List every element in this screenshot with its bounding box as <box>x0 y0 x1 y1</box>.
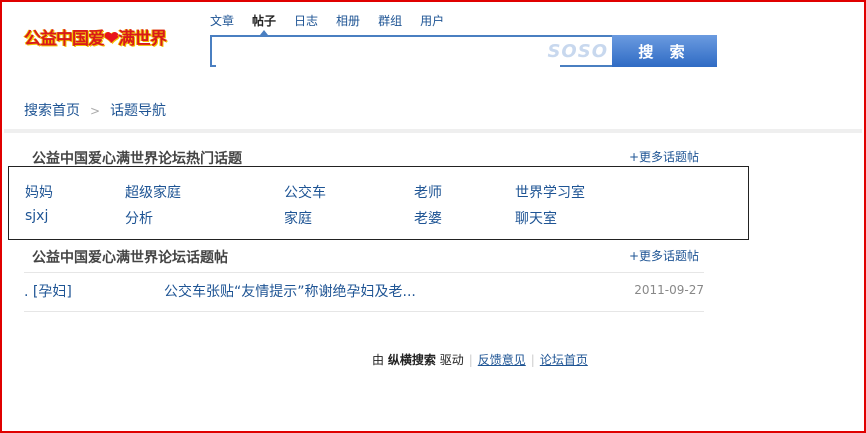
divider <box>4 129 862 133</box>
feedback-link[interactable]: 反馈意见 <box>478 353 526 367</box>
post-title-link[interactable]: 公交车张贴“友情提示”称谢绝孕妇及老... <box>164 281 416 301</box>
hot-topics-title: 公益中国爱心满世界论坛热门话题 <box>32 151 242 167</box>
footer-engine: 纵横搜索 <box>387 353 436 367</box>
tab-blogs[interactable]: 日志 <box>294 12 318 29</box>
site-logo[interactable]: 公益中国爱❤满世界 <box>24 24 189 50</box>
tab-users[interactable]: 用户 <box>420 12 444 29</box>
footer-by: 由 <box>372 353 385 367</box>
topic-link[interactable]: 世界学习室 <box>515 182 585 202</box>
topic-link[interactable]: 妈妈 <box>25 182 53 202</box>
topic-link[interactable]: 公交车 <box>284 182 326 202</box>
search-button[interactable]: 搜 索 <box>612 35 717 67</box>
heart-icon: ❤ <box>104 28 119 49</box>
topic-link[interactable]: 家庭 <box>284 208 312 228</box>
post-tag-link[interactable]: . [孕妇] <box>24 281 72 301</box>
forum-home-link[interactable]: 论坛首页 <box>540 353 588 367</box>
tab-articles[interactable]: 文章 <box>210 12 234 29</box>
hot-topics-more-link[interactable]: +更多话题帖 <box>629 148 699 165</box>
tab-posts[interactable]: 帖子 <box>252 12 276 35</box>
topic-link[interactable]: 老师 <box>414 182 442 202</box>
soso-brand-logo: SOSO <box>547 41 608 62</box>
post-date: 2011-09-27 <box>634 283 704 297</box>
footer-separator: | <box>530 353 535 367</box>
logo-text-a: 公益中国爱 <box>24 29 105 49</box>
tab-albums[interactable]: 相册 <box>336 12 360 29</box>
logo-text-b: 满世界 <box>118 29 167 49</box>
search-type-tabs: 文章 帖子 日志 相册 群组 用户 <box>210 12 462 35</box>
breadcrumb-current[interactable]: 话题导航 <box>110 103 166 119</box>
topic-link[interactable]: 分析 <box>125 208 153 228</box>
topic-link[interactable]: sjxj <box>25 208 48 224</box>
search-input[interactable] <box>216 37 560 67</box>
hot-topics-list: 妈妈 超级家庭 公交车 老师 世界学习室 sjxj 分析 家庭 老婆 聊天室 <box>8 166 749 240</box>
table-row: . [孕妇] 公交车张贴“友情提示”称谢绝孕妇及老... 2011-09-27 <box>24 272 704 312</box>
topic-posts-more-link[interactable]: +更多话题帖 <box>629 247 699 264</box>
topic-link[interactable]: 老婆 <box>414 208 442 228</box>
topic-posts-title: 公益中国爱心满世界论坛话题帖 <box>32 250 228 266</box>
breadcrumb: 搜索首页 > 话题导航 <box>24 100 166 120</box>
breadcrumb-home[interactable]: 搜索首页 <box>24 103 80 119</box>
tab-groups[interactable]: 群组 <box>378 12 402 29</box>
footer-powered: 驱动 <box>439 353 464 367</box>
topic-link[interactable]: 超级家庭 <box>125 182 181 202</box>
breadcrumb-separator: > <box>90 104 101 118</box>
footer: 由 纵横搜索 驱动 | 反馈意见 | 论坛首页 <box>372 351 588 368</box>
search-box: SOSO <box>210 35 612 67</box>
footer-separator: | <box>468 353 473 367</box>
topic-link[interactable]: 聊天室 <box>515 208 557 228</box>
